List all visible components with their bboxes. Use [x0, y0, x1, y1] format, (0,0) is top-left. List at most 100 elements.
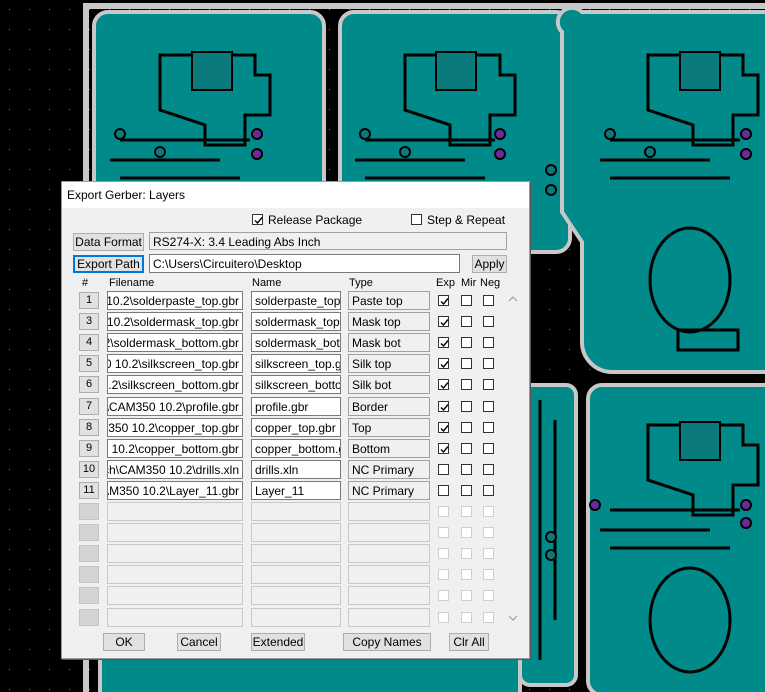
name-field[interactable]: soldermask_top.g: [251, 312, 341, 331]
row-number-button[interactable]: [79, 566, 99, 583]
name-field[interactable]: [251, 544, 341, 563]
neg-checkbox[interactable]: [483, 485, 494, 496]
mir-checkbox[interactable]: [461, 379, 472, 390]
row-number-button[interactable]: [79, 503, 99, 520]
exp-checkbox[interactable]: [438, 358, 449, 369]
type-field[interactable]: [348, 544, 430, 563]
mir-checkbox[interactable]: [461, 485, 472, 496]
type-field[interactable]: Bottom: [348, 439, 430, 458]
name-field[interactable]: [251, 565, 341, 584]
row-number-button[interactable]: [79, 545, 99, 562]
filename-field[interactable]: 50 10.2\soldermask_top.gbr: [107, 312, 243, 331]
name-field[interactable]: solderpaste_top.g: [251, 291, 341, 310]
type-field[interactable]: Silk top: [348, 354, 430, 373]
extended-button[interactable]: Extended: [251, 633, 305, 651]
neg-checkbox[interactable]: [483, 464, 494, 475]
type-field[interactable]: Silk bot: [348, 375, 430, 394]
type-field[interactable]: [348, 523, 430, 542]
filename-field[interactable]: 50 10.2\copper_bottom.gbr: [107, 439, 243, 458]
neg-checkbox[interactable]: [483, 358, 494, 369]
name-field[interactable]: profile.gbr: [251, 397, 341, 416]
filename-field[interactable]: .M350 10.2\copper_top.gbr: [107, 418, 243, 437]
release-package-checkbox[interactable]: [252, 214, 263, 225]
type-field[interactable]: Border: [348, 397, 430, 416]
exp-checkbox[interactable]: [438, 401, 449, 412]
filename-field[interactable]: 10.2\silkscreen_bottom.gbr: [107, 375, 243, 394]
filename-field[interactable]: [107, 523, 243, 542]
filename-field[interactable]: ch\CAM350 10.2\profile.gbr: [107, 397, 243, 416]
name-field[interactable]: [251, 502, 341, 521]
filename-field[interactable]: 0.2\soldermask_bottom.gbr: [107, 333, 243, 352]
row-number-button[interactable]: 3: [79, 313, 99, 330]
mir-checkbox[interactable]: [461, 316, 472, 327]
type-field[interactable]: [348, 608, 430, 627]
name-field[interactable]: [251, 586, 341, 605]
layer-table-scrollbar[interactable]: [506, 291, 520, 626]
mir-checkbox[interactable]: [461, 358, 472, 369]
type-field[interactable]: [348, 565, 430, 584]
type-field[interactable]: NC Primary: [348, 481, 430, 500]
name-field[interactable]: silkscreen_bottom: [251, 375, 341, 394]
exp-checkbox[interactable]: [438, 295, 449, 306]
neg-checkbox[interactable]: [483, 295, 494, 306]
name-field[interactable]: soldermask_botto: [251, 333, 341, 352]
name-field[interactable]: drills.xln: [251, 460, 341, 479]
type-field[interactable]: Mask bot: [348, 333, 430, 352]
row-number-button[interactable]: 4: [79, 334, 99, 351]
name-field[interactable]: copper_top.gbr: [251, 418, 341, 437]
type-field[interactable]: [348, 586, 430, 605]
exp-checkbox[interactable]: [438, 379, 449, 390]
mir-checkbox[interactable]: [461, 295, 472, 306]
neg-checkbox[interactable]: [483, 443, 494, 454]
name-field[interactable]: [251, 608, 341, 627]
filename-field[interactable]: [107, 502, 243, 521]
apply-button[interactable]: Apply: [472, 255, 507, 273]
filename-field[interactable]: CAM350 10.2\Layer_11.gbr: [107, 481, 243, 500]
export-path-input[interactable]: C:\Users\Circuitero\Desktop: [149, 254, 460, 273]
exp-checkbox[interactable]: [438, 485, 449, 496]
neg-checkbox[interactable]: [483, 337, 494, 348]
type-field[interactable]: Paste top: [348, 291, 430, 310]
scroll-up-icon[interactable]: [508, 296, 518, 302]
step-repeat-checkbox[interactable]: [411, 214, 422, 225]
row-number-button[interactable]: [79, 609, 99, 626]
type-field[interactable]: [348, 502, 430, 521]
scroll-down-icon[interactable]: [508, 615, 518, 621]
neg-checkbox[interactable]: [483, 422, 494, 433]
type-field[interactable]: Top: [348, 418, 430, 437]
neg-checkbox[interactable]: [483, 379, 494, 390]
exp-checkbox[interactable]: [438, 422, 449, 433]
ok-button[interactable]: OK: [103, 633, 145, 651]
row-number-button[interactable]: 11: [79, 482, 99, 499]
data-format-button[interactable]: Data Format: [73, 233, 144, 251]
neg-checkbox[interactable]: [483, 401, 494, 412]
exp-checkbox[interactable]: [438, 443, 449, 454]
name-field[interactable]: Layer_11: [251, 481, 341, 500]
filename-field[interactable]: ech\CAM350 10.2\drills.xln: [107, 460, 243, 479]
dialog-title-bar[interactable]: Export Gerber: Layers: [62, 182, 529, 208]
row-number-button[interactable]: 9: [79, 440, 99, 457]
mir-checkbox[interactable]: [461, 443, 472, 454]
filename-field[interactable]: 350 10.2\silkscreen_top.gbr: [107, 354, 243, 373]
mir-checkbox[interactable]: [461, 337, 472, 348]
mir-checkbox[interactable]: [461, 401, 472, 412]
clr-all-button[interactable]: Clr All: [449, 633, 489, 651]
export-path-button[interactable]: Export Path: [73, 255, 144, 273]
row-number-button[interactable]: 5: [79, 355, 99, 372]
copy-names-button[interactable]: Copy Names: [343, 633, 431, 651]
row-number-button[interactable]: 1: [79, 292, 99, 309]
name-field[interactable]: silkscreen_top.gb: [251, 354, 341, 373]
row-number-button[interactable]: [79, 587, 99, 604]
row-number-button[interactable]: 7: [79, 398, 99, 415]
mir-checkbox[interactable]: [461, 422, 472, 433]
row-number-button[interactable]: [79, 524, 99, 541]
neg-checkbox[interactable]: [483, 316, 494, 327]
row-number-button[interactable]: 10: [79, 461, 99, 478]
exp-checkbox[interactable]: [438, 464, 449, 475]
filename-field[interactable]: 0 10.2\solderpaste_top.gbr: [107, 291, 243, 310]
filename-field[interactable]: [107, 565, 243, 584]
filename-field[interactable]: [107, 586, 243, 605]
type-field[interactable]: NC Primary: [348, 460, 430, 479]
mir-checkbox[interactable]: [461, 464, 472, 475]
name-field[interactable]: [251, 523, 341, 542]
